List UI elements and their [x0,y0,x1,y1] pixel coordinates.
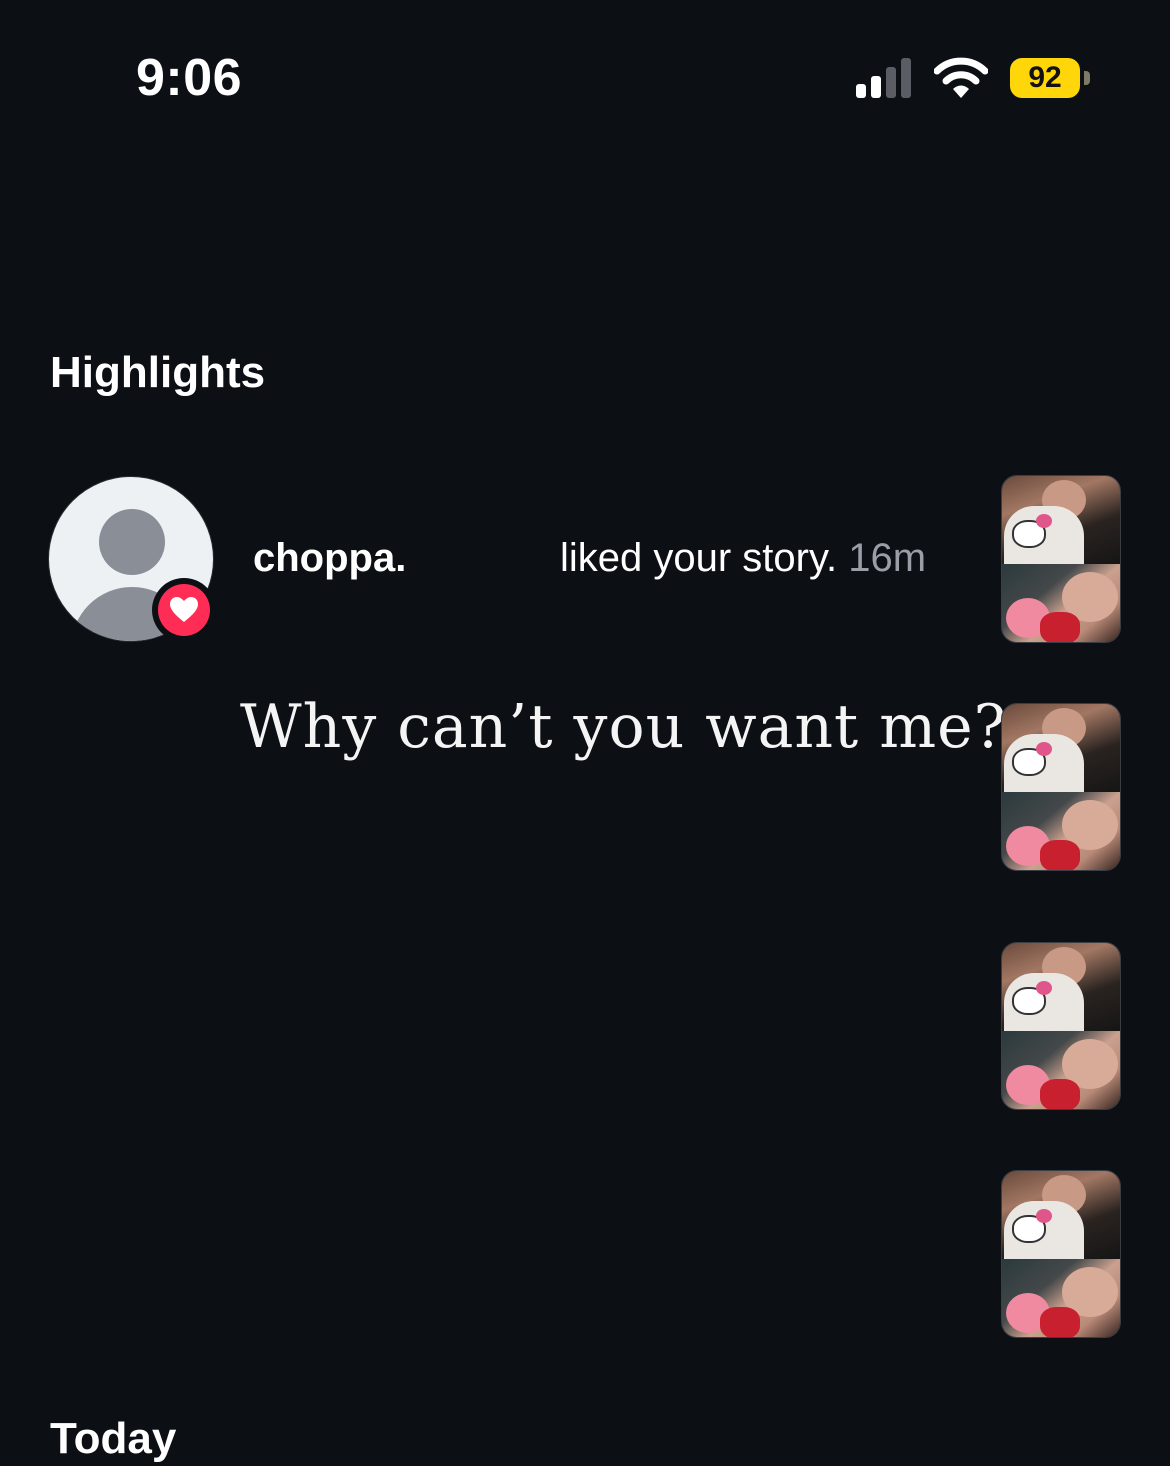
notification-username[interactable]: choppa. [253,536,406,581]
story-thumbnail[interactable] [1001,1170,1121,1338]
status-time: 9:06 [136,49,243,107]
heart-icon [170,597,198,622]
section-title-highlights: Highlights [50,348,266,397]
notification-action: liked your story. [560,536,838,580]
story-thumbnail[interactable] [1001,942,1121,1110]
notification-time: 16m [848,536,927,580]
story-overlay-text: Why can’t you want me? [240,692,1007,762]
wifi-icon [934,57,988,98]
section-title-today: Today [50,1414,177,1463]
battery-icon: 92 [1010,58,1092,100]
battery-level: 92 [1010,58,1080,98]
cellular-signal-icon [856,58,911,98]
battery-tip [1084,71,1090,85]
like-badge [152,578,216,642]
notification-text: liked your story. 16m [560,536,926,581]
story-thumbnail[interactable] [1001,475,1121,643]
story-thumbnail[interactable] [1001,703,1121,871]
